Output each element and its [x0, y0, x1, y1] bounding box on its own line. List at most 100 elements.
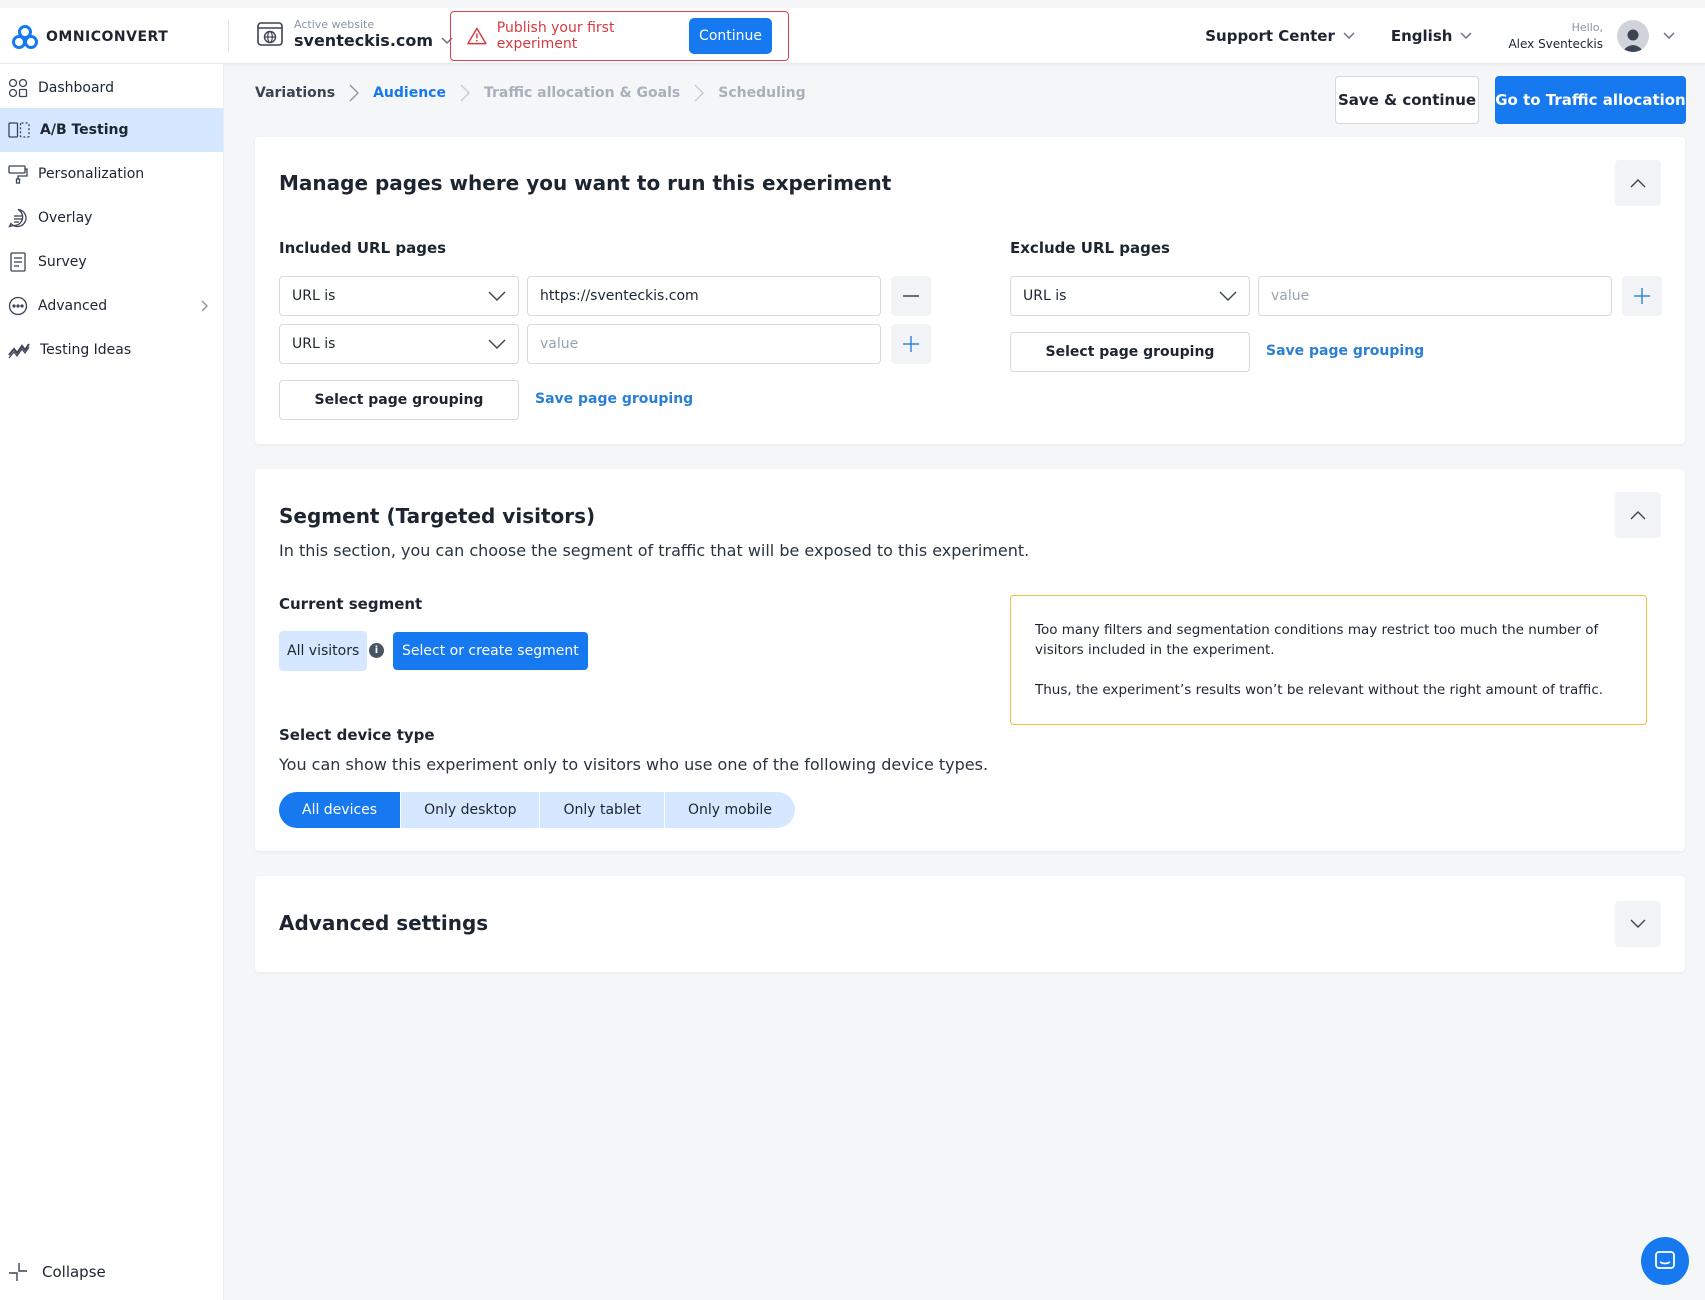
collapse-sidebar-button[interactable]: Collapse: [8, 1262, 106, 1282]
minus-icon: [903, 295, 919, 297]
language-menu[interactable]: English: [1391, 27, 1473, 45]
ab-testing-icon: [8, 122, 30, 138]
chevron-right-icon: [694, 84, 705, 102]
sidebar-item-survey[interactable]: Survey: [0, 240, 223, 284]
plus-icon: [1634, 288, 1650, 304]
save-continue-button[interactable]: Save & continue: [1335, 76, 1479, 124]
brand-name: OMNICONVERT: [46, 29, 169, 45]
sidebar-item-label: Advanced: [38, 298, 108, 314]
omniconvert-logo-icon: [12, 25, 38, 49]
expand-advanced-button[interactable]: [1615, 901, 1661, 947]
collapse-segment-button[interactable]: [1615, 492, 1661, 538]
advanced-settings-card: Advanced settings: [255, 876, 1685, 972]
continue-button[interactable]: Continue: [689, 18, 772, 54]
included-url-input[interactable]: [527, 324, 881, 364]
sidebar-item-overlay[interactable]: Overlay: [0, 196, 223, 240]
breadcrumb-step-traffic[interactable]: Traffic allocation & Goals: [484, 85, 680, 101]
info-icon[interactable]: i: [369, 643, 384, 658]
chevron-down-icon: [1343, 32, 1355, 40]
sidebar-item-dashboard[interactable]: Dashboard: [0, 66, 223, 110]
select-segment-button[interactable]: Select or create segment: [393, 632, 588, 670]
collapse-label: Collapse: [42, 1263, 106, 1281]
chat-icon: [1655, 1251, 1675, 1269]
chevron-right-icon: [201, 300, 208, 312]
breadcrumb-step-scheduling[interactable]: Scheduling: [718, 85, 805, 101]
publish-banner-text: Publish your first experiment: [496, 20, 615, 52]
sidebar-item-label: Personalization: [38, 166, 145, 182]
brand-logo[interactable]: OMNICONVERT: [12, 25, 168, 49]
sidebar-item-advanced[interactable]: Advanced: [0, 284, 223, 328]
select-value: URL is: [292, 336, 336, 352]
included-condition-select[interactable]: URL is: [279, 276, 519, 316]
add-row-button[interactable]: [1622, 276, 1662, 316]
add-row-button[interactable]: [891, 324, 931, 364]
sidebar-item-personalization[interactable]: Personalization: [0, 152, 223, 196]
publish-banner: Publish your first experiment Continue: [450, 11, 789, 61]
support-center-menu[interactable]: Support Center: [1205, 27, 1355, 45]
select-value: URL is: [292, 288, 336, 304]
segment-warning-line2: Thus, the experiment’s results won’t be …: [1035, 682, 1604, 698]
collapse-pages-button[interactable]: [1615, 160, 1661, 206]
collapse-icon: [9, 1263, 27, 1281]
pages-card-title: Manage pages where you want to run this …: [279, 171, 892, 195]
support-center-label: Support Center: [1205, 27, 1335, 45]
go-to-traffic-allocation-button[interactable]: Go to Traffic allocation: [1495, 76, 1686, 124]
sidebar: Dashboard A/B Testing Personalization Ov…: [0, 64, 224, 1300]
sidebar-item-label: A/B Testing: [40, 122, 129, 138]
language-label: English: [1390, 27, 1453, 45]
chevron-down-icon: [1630, 919, 1646, 928]
greeting-text: Hello,: [1571, 21, 1603, 34]
chevron-down-icon: [1219, 291, 1237, 301]
select-page-grouping-button[interactable]: Select page grouping: [1010, 332, 1250, 372]
pages-card: Manage pages where you want to run this …: [255, 137, 1685, 444]
testing-ideas-icon: [8, 343, 30, 359]
personalization-icon: [8, 165, 28, 184]
website-selector[interactable]: Active website sventeckis.com: [256, 18, 453, 50]
website-globe-icon: [257, 22, 283, 46]
advanced-settings-title: Advanced settings: [279, 911, 489, 935]
survey-icon: [10, 252, 26, 272]
user-name: Alex Sventeckis: [1508, 37, 1603, 51]
device-option-all[interactable]: All devices: [279, 792, 402, 828]
chevron-down-icon: [1460, 32, 1472, 40]
sidebar-item-label: Dashboard: [38, 80, 114, 96]
active-website-label: Active website: [294, 18, 375, 31]
advanced-icon: [8, 296, 28, 316]
breadcrumb-step-audience[interactable]: Audience: [373, 85, 446, 101]
device-option-desktop[interactable]: Only desktop: [401, 792, 541, 828]
segment-card: Segment (Targeted visitors) In this sect…: [255, 469, 1685, 851]
top-header: OMNICONVERT Active website sventeckis.co…: [0, 8, 1705, 64]
segment-card-title: Segment (Targeted visitors): [279, 504, 596, 528]
device-option-mobile[interactable]: Only mobile: [665, 792, 795, 828]
sidebar-item-ab-testing[interactable]: A/B Testing: [0, 108, 223, 152]
chevron-down-icon: [488, 339, 506, 349]
save-page-grouping-link[interactable]: Save page grouping: [1266, 343, 1424, 359]
save-page-grouping-link[interactable]: Save page grouping: [535, 391, 693, 407]
chevron-down-icon: [1663, 32, 1675, 40]
included-condition-select[interactable]: URL is: [279, 324, 519, 364]
chevron-down-icon: [488, 291, 506, 301]
device-type-selector: All devices Only desktop Only tablet Onl…: [279, 792, 795, 828]
current-segment-chip: All visitors: [279, 631, 368, 671]
remove-row-button[interactable]: [891, 276, 931, 316]
included-url-input[interactable]: [527, 276, 881, 316]
excluded-condition-select[interactable]: URL is: [1010, 276, 1250, 316]
chevron-right-icon: [349, 84, 359, 102]
current-segment-label: Current segment: [279, 595, 423, 613]
support-chat-button[interactable]: [1641, 1237, 1689, 1285]
user-avatar-icon: [1622, 29, 1644, 52]
dashboard-icon: [8, 78, 28, 98]
excluded-url-input[interactable]: [1258, 276, 1612, 316]
chevron-right-icon: [460, 84, 470, 102]
sidebar-item-testing-ideas[interactable]: Testing Ideas: [0, 328, 223, 372]
sidebar-item-label: Survey: [38, 254, 87, 270]
avatar[interactable]: [1617, 20, 1649, 52]
device-option-tablet[interactable]: Only tablet: [540, 792, 665, 828]
breadcrumb-step-variations[interactable]: Variations: [255, 85, 335, 101]
device-type-label: Select device type: [279, 726, 435, 744]
segment-warning-line1: Too many filters and segmentation condit…: [1035, 622, 1599, 658]
select-page-grouping-button[interactable]: Select page grouping: [279, 380, 519, 420]
user-menu[interactable]: Hello, Alex Sventeckis: [1508, 20, 1675, 52]
exclude-url-label: Exclude URL pages: [1010, 239, 1170, 257]
included-url-label: Included URL pages: [279, 239, 447, 257]
